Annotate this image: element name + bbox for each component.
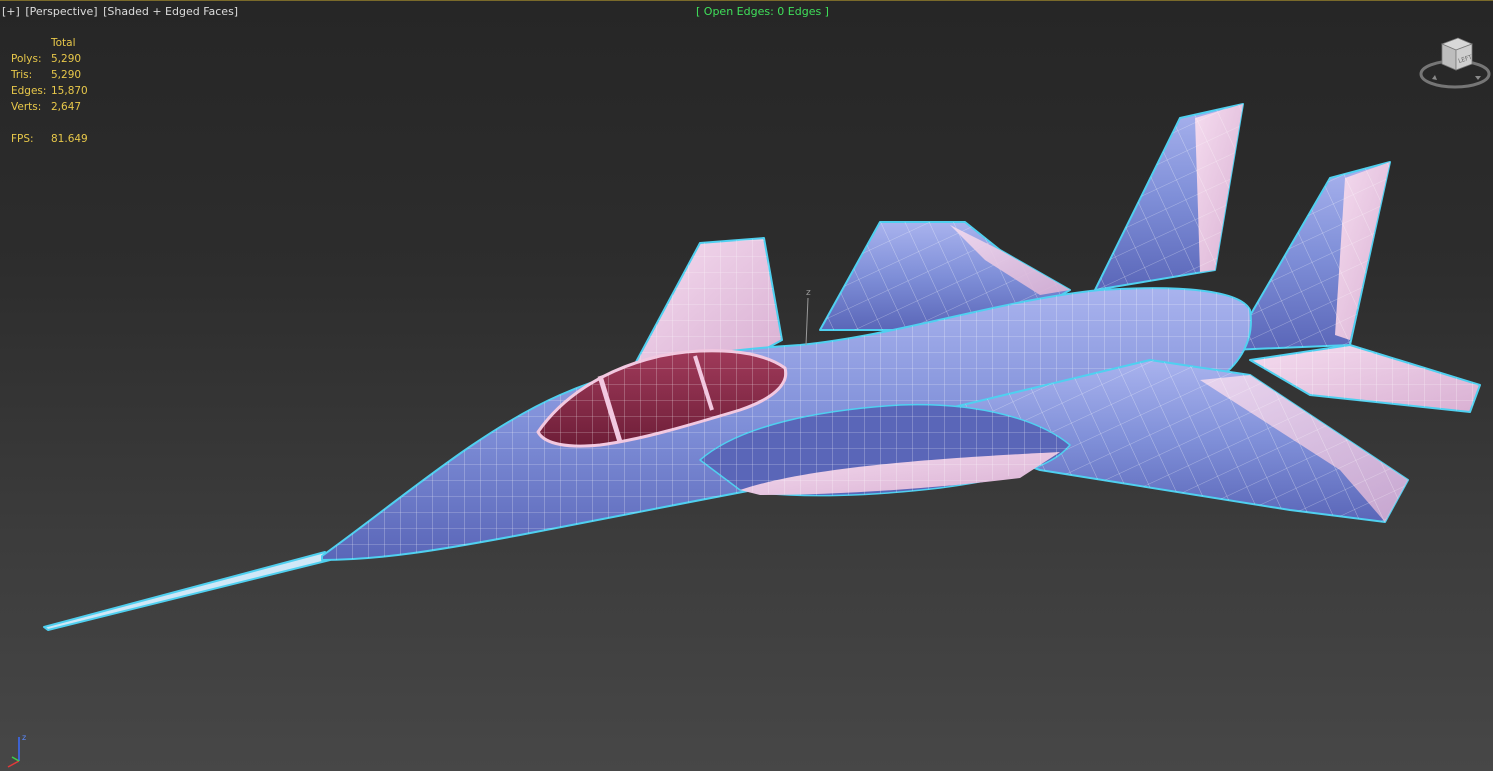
viewport-general-menu[interactable]: [+] <box>2 5 20 18</box>
stats-label: Polys: <box>11 53 42 65</box>
stats-value: 2,647 <box>51 101 82 113</box>
stats-row-edges: Edges: 15,870 <box>11 83 88 99</box>
stats-row-verts: Verts: 2,647 <box>11 99 88 115</box>
stats-row-fps: FPS: 81.649 <box>11 131 88 147</box>
viewport-label-menu: [+] [Perspective] [Shaded + Edged Faces] <box>2 5 240 18</box>
stats-value: 15,870 <box>51 85 88 97</box>
stats-row-tris: Tris: 5,290 <box>11 67 88 83</box>
stats-value: 5,290 <box>51 69 82 81</box>
viewport-model-canvas[interactable]: z <box>0 0 1493 771</box>
open-edges-status: [ Open Edges: 0 Edges ] <box>696 5 829 18</box>
fps-label: FPS: <box>11 133 34 145</box>
stats-label: Tris: <box>11 69 33 81</box>
stats-value: 5,290 <box>51 53 82 65</box>
pivot-z-label: z <box>806 288 811 298</box>
pitot-probe <box>43 551 331 631</box>
gizmo-z-label: z <box>22 733 26 742</box>
fps-value: 81.649 <box>51 133 88 145</box>
viewport-statistics: Total Polys: 5,290 Tris: 5,290 Edges: 15… <box>11 35 88 147</box>
stats-row-polys: Polys: 5,290 <box>11 51 88 67</box>
stats-header: Total <box>51 37 76 49</box>
stats-label: Verts: <box>11 101 42 113</box>
viewcube-icon[interactable]: LEFT <box>1418 34 1492 94</box>
viewport-point-of-view-menu[interactable]: [Perspective] <box>25 5 97 18</box>
stats-label: Edges: <box>11 85 47 97</box>
axis-gizmo-icon: z <box>7 733 26 768</box>
viewport-shading-menu[interactable]: [Shaded + Edged Faces] <box>103 5 238 18</box>
aircraft-model <box>43 103 1481 631</box>
